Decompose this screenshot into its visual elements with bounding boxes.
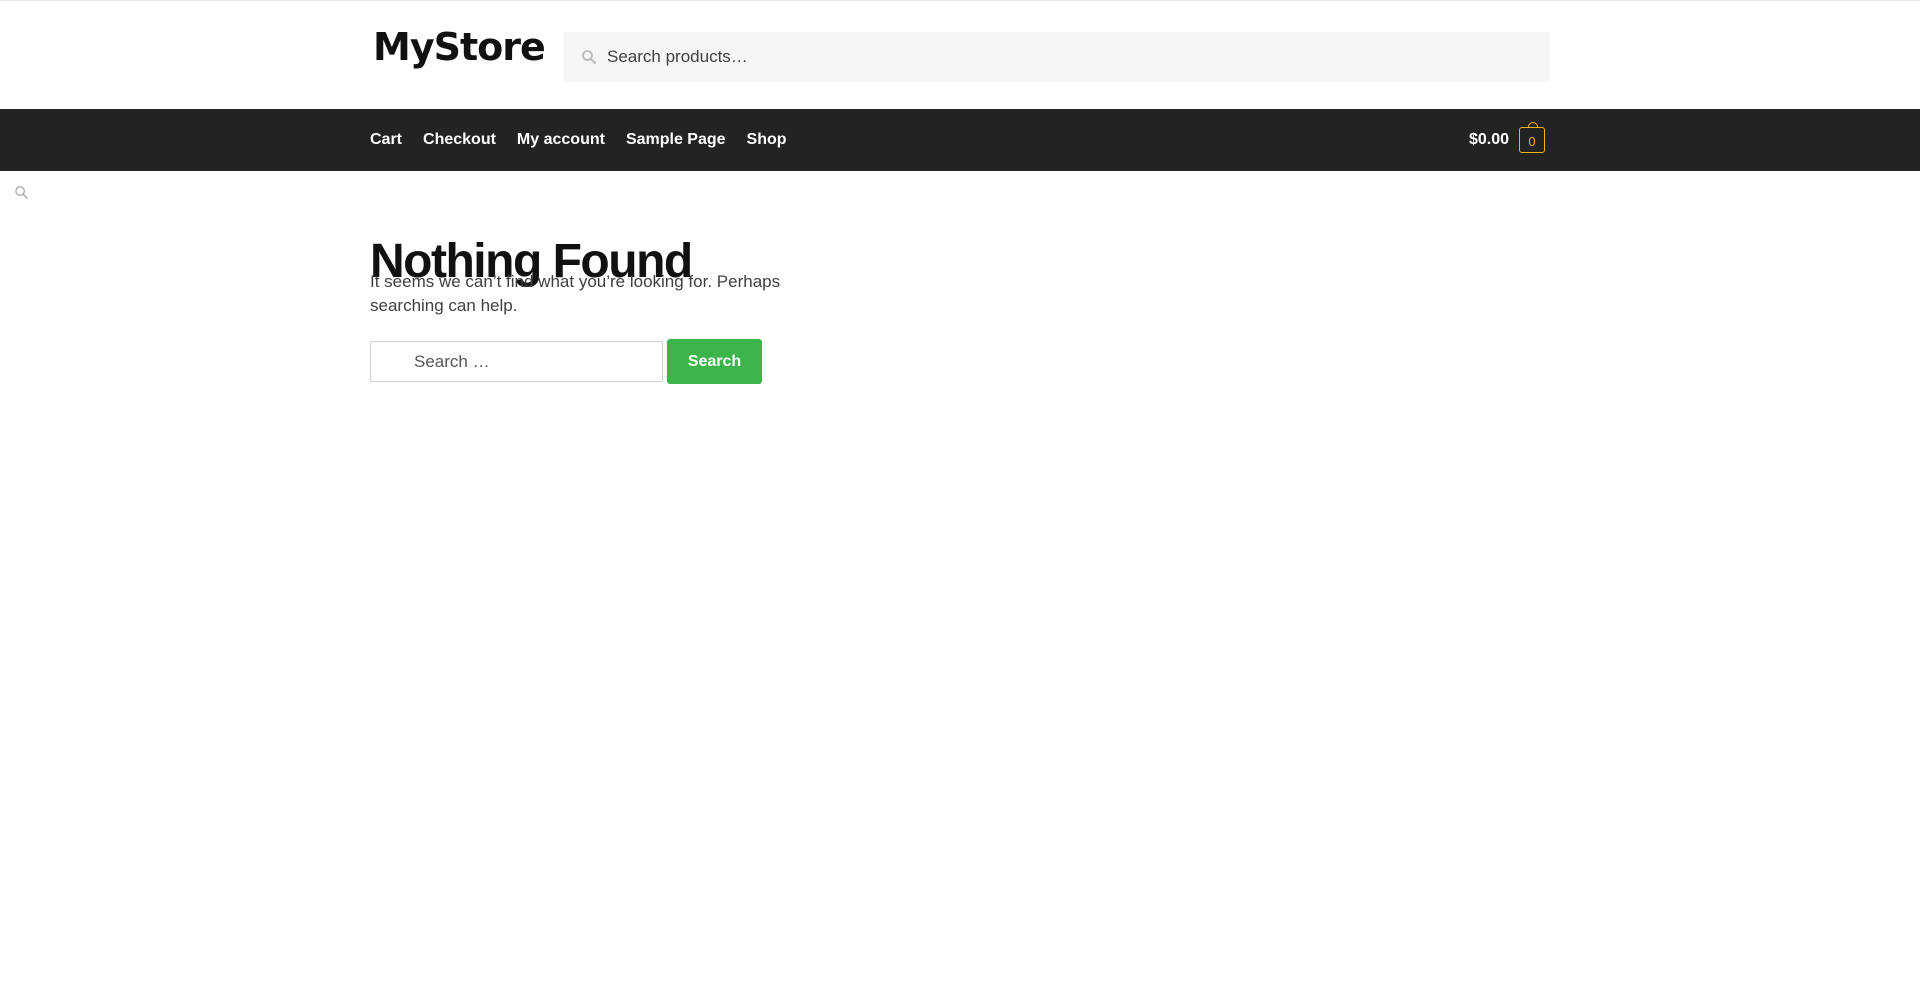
nav-item-my-account[interactable]: My account (517, 131, 605, 149)
nav-item-cart[interactable]: Cart (370, 131, 402, 149)
nav-item-checkout[interactable]: Checkout (423, 131, 496, 149)
product-search-box (563, 32, 1550, 82)
primary-menu: Cart Checkout My account Sample Page Sho… (370, 109, 808, 171)
cart-count: 0 (1528, 134, 1536, 149)
cart-bag-icon[interactable]: 0 (1519, 122, 1546, 153)
search-input[interactable] (370, 341, 663, 382)
search-button[interactable]: Search (667, 339, 762, 384)
nav-item-shop[interactable]: Shop (747, 131, 787, 149)
page: MyStore Cart Checkout My account Sample … (0, 0, 1920, 993)
primary-navigation-bar: Cart Checkout My account Sample Page Sho… (0, 109, 1920, 171)
site-logo[interactable]: MyStore (373, 28, 546, 66)
nav-item-sample-page[interactable]: Sample Page (626, 131, 726, 149)
cart-amount[interactable]: $0.00 (1469, 131, 1509, 149)
site-header: MyStore (0, 1, 1920, 109)
search-form: Search (370, 339, 762, 384)
product-search-input[interactable] (607, 32, 1507, 82)
no-results-message: It seems we can’t find what you’re looki… (370, 272, 781, 315)
search-icon[interactable] (14, 185, 29, 200)
header-cart[interactable]: $0.00 0 (1469, 122, 1546, 154)
search-icon (581, 49, 597, 65)
